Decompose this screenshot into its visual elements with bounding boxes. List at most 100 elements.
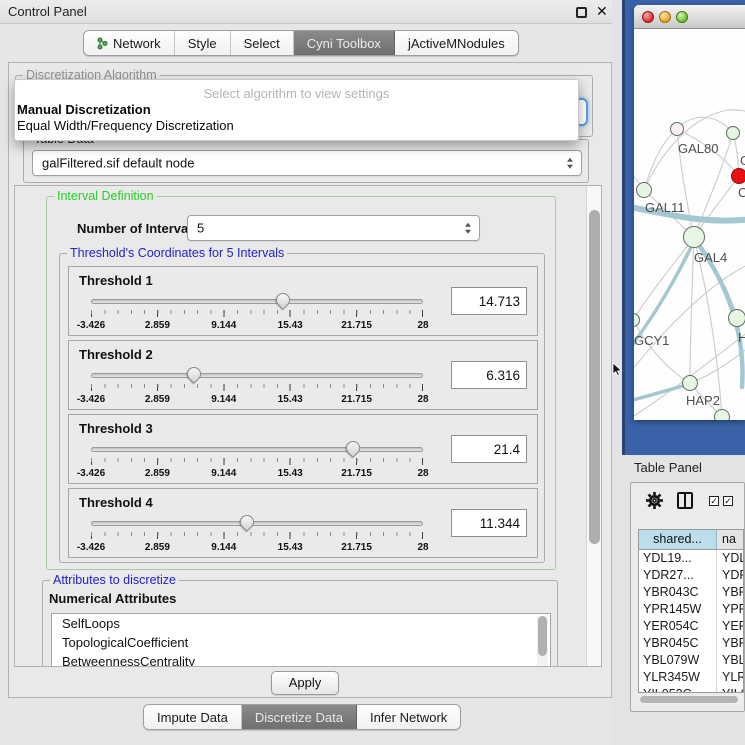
node-gal80[interactable] — [670, 122, 684, 136]
node-bottom[interactable] — [714, 409, 730, 420]
slider-minor-ticks — [91, 310, 423, 314]
float-window-icon[interactable] — [576, 7, 587, 18]
numerical-attributes-list: SelfLoops TopologicalCoefficient Between… — [51, 613, 551, 667]
threshold-4-value-field[interactable] — [451, 509, 527, 537]
table-row[interactable]: YPR145WYPR1 — [639, 601, 743, 618]
table-horizontal-scrollbar[interactable] — [639, 695, 743, 704]
column-view-icon[interactable] — [677, 492, 693, 509]
algorithm-dropdown-prompt: Select algorithm to view settings — [15, 86, 578, 101]
table-row[interactable]: YER054CYER0 — [639, 618, 743, 635]
threshold-1-slider[interactable]: -3.426 2.859 9.144 15.43 21.715 28 — [91, 291, 423, 333]
threshold-3-slider[interactable]: -3.426 2.859 9.144 15.43 21.715 28 — [91, 439, 423, 481]
checkbox-icon[interactable] — [709, 496, 719, 506]
list-item[interactable]: TopologicalCoefficient — [52, 633, 550, 652]
table-data-combobox[interactable]: galFiltered.sif default node — [32, 150, 582, 176]
column-header-name[interactable]: na — [717, 530, 743, 549]
list-item[interactable]: BetweennessCentrality — [52, 652, 550, 667]
number-of-intervals-value: 5 — [197, 221, 204, 236]
table-row[interactable]: YBL079WYBL0 — [639, 652, 743, 669]
threshold-4-panel: Threshold 4 -3.426 2.859 9.144 15.43 21.… — [68, 488, 538, 558]
scrollbar-thumb[interactable] — [640, 696, 738, 703]
threshold-3-panel: Threshold 3 -3.426 2.859 9.144 15.43 21.… — [68, 414, 538, 484]
tab-style[interactable]: Style — [175, 31, 231, 55]
network-window-titlebar[interactable] — [634, 5, 745, 29]
slider-track[interactable] — [91, 299, 423, 304]
tab-network-label: Network — [113, 36, 161, 51]
table-panel: shared... na YDL19...YDL1 YDR27...YDR2 Y… — [630, 482, 745, 712]
tab-cyni-toolbox[interactable]: Cyni Toolbox — [294, 31, 395, 55]
threshold-4-label: Threshold 4 — [79, 495, 153, 510]
number-of-intervals-combobox[interactable]: 5 — [187, 215, 480, 241]
network-edges — [634, 29, 745, 420]
table-row[interactable]: YDR27...YDR2 — [639, 567, 743, 584]
threshold-2-slider[interactable]: -3.426 2.859 9.144 15.43 21.715 28 — [91, 365, 423, 407]
main-vertical-scrollbar[interactable] — [586, 186, 602, 667]
tab-impute-data[interactable]: Impute Data — [144, 705, 242, 729]
close-icon[interactable]: ✕ — [596, 3, 608, 20]
slider-track[interactable] — [91, 447, 423, 452]
slider-thumb[interactable] — [237, 512, 257, 532]
scrollbar-thumb[interactable] — [589, 210, 600, 544]
table-row[interactable]: YIL052CYIL0 — [639, 686, 743, 693]
table-data-combobox-value: galFiltered.sif default node — [42, 156, 194, 171]
list-scrollbar[interactable] — [537, 616, 548, 667]
tab-discretize-data[interactable]: Discretize Data — [242, 705, 357, 729]
algorithm-option-manual[interactable]: Manual Discretization — [17, 102, 151, 117]
maximize-traffic-light-icon[interactable] — [676, 11, 688, 23]
table-row[interactable]: YBR045CYBR0 — [639, 635, 743, 652]
combo-stepper-icon — [465, 223, 471, 234]
column-header-shared-name[interactable]: shared... — [639, 530, 717, 549]
threshold-3-value-field[interactable] — [451, 435, 527, 463]
control-panel-tabbar: Network Style Select Cyni Toolbox jActiv… — [83, 30, 519, 56]
settings-scroll-viewport: Interval Definition Number of Intervals … — [14, 185, 602, 667]
node-gal11[interactable] — [636, 182, 652, 198]
threshold-4-slider[interactable]: -3.426 2.859 9.144 15.43 21.715 28 — [91, 513, 423, 555]
threshold-2-panel: Threshold 2 -3.426 2.859 9.144 15.43 21.… — [68, 340, 538, 410]
node-gal4[interactable] — [683, 226, 705, 248]
threshold-2-value-field[interactable] — [451, 361, 527, 389]
checkbox-icon[interactable] — [723, 496, 733, 506]
node-top-right[interactable] — [726, 126, 740, 140]
slider-track[interactable] — [91, 521, 423, 526]
table-row[interactable]: YBR043CYBR0 — [639, 584, 743, 601]
node-right-h[interactable] — [728, 309, 745, 327]
slider-thumb[interactable] — [184, 364, 204, 384]
thresholds-coordinates-group: Threshold's Coordinates for 5 Intervals … — [59, 253, 545, 563]
gear-icon[interactable] — [645, 491, 664, 510]
threshold-1-value-field[interactable] — [451, 287, 527, 315]
threshold-1-label: Threshold 1 — [79, 273, 153, 288]
close-traffic-light-icon[interactable] — [642, 11, 654, 23]
node-selected-red[interactable] — [731, 168, 745, 184]
tab-network[interactable]: Network — [84, 31, 175, 55]
node-label-partial-ga: GA — [740, 153, 745, 168]
threshold-3-label: Threshold 3 — [79, 421, 153, 436]
network-view-frame: GAL80 GA C GAL11 GAL4 GCY1 H HAP2 — [622, 0, 745, 455]
list-item[interactable]: SelfLoops — [52, 614, 550, 633]
table-data-group: Table Data galFiltered.sif default node — [23, 139, 589, 183]
slider-thumb[interactable] — [343, 438, 363, 458]
control-panel-window: Control Panel ✕ Network Style Select Cyn… — [0, 0, 620, 745]
control-panel-titlebar: Control Panel ✕ — [0, 0, 620, 24]
tab-select[interactable]: Select — [231, 31, 294, 55]
threshold-2-label: Threshold 2 — [79, 347, 153, 362]
table-row[interactable]: YLR345WYLR3 — [639, 669, 743, 686]
algorithm-option-equal-width[interactable]: Equal Width/Frequency Discretization — [17, 118, 234, 133]
tab-infer-network[interactable]: Infer Network — [357, 705, 460, 729]
cyni-bottom-tabbar: Impute Data Discretize Data Infer Networ… — [143, 704, 461, 730]
network-canvas[interactable]: GAL80 GA C GAL11 GAL4 GCY1 H HAP2 — [634, 29, 745, 420]
slider-track[interactable] — [91, 373, 423, 378]
algorithm-dropdown-popup: Select algorithm to view settings Manual… — [14, 79, 579, 141]
slider-minor-ticks — [91, 532, 423, 536]
minimize-traffic-light-icon[interactable] — [659, 11, 671, 23]
node-label-hap2: HAP2 — [686, 393, 720, 408]
number-of-intervals-label: Number of Intervals — [77, 221, 199, 236]
table-row[interactable]: YDL19...YDL1 — [639, 550, 743, 567]
node-hap2[interactable] — [682, 375, 698, 391]
slider-minor-ticks — [91, 458, 423, 462]
node-label-gal4: GAL4 — [694, 250, 727, 265]
slider-thumb[interactable] — [273, 290, 293, 310]
tab-jactivemnodules[interactable]: jActiveMNodules — [395, 31, 518, 55]
apply-button[interactable]: Apply — [271, 671, 339, 695]
table-panel-title: Table Panel — [634, 460, 702, 475]
combo-stepper-icon — [567, 158, 573, 169]
